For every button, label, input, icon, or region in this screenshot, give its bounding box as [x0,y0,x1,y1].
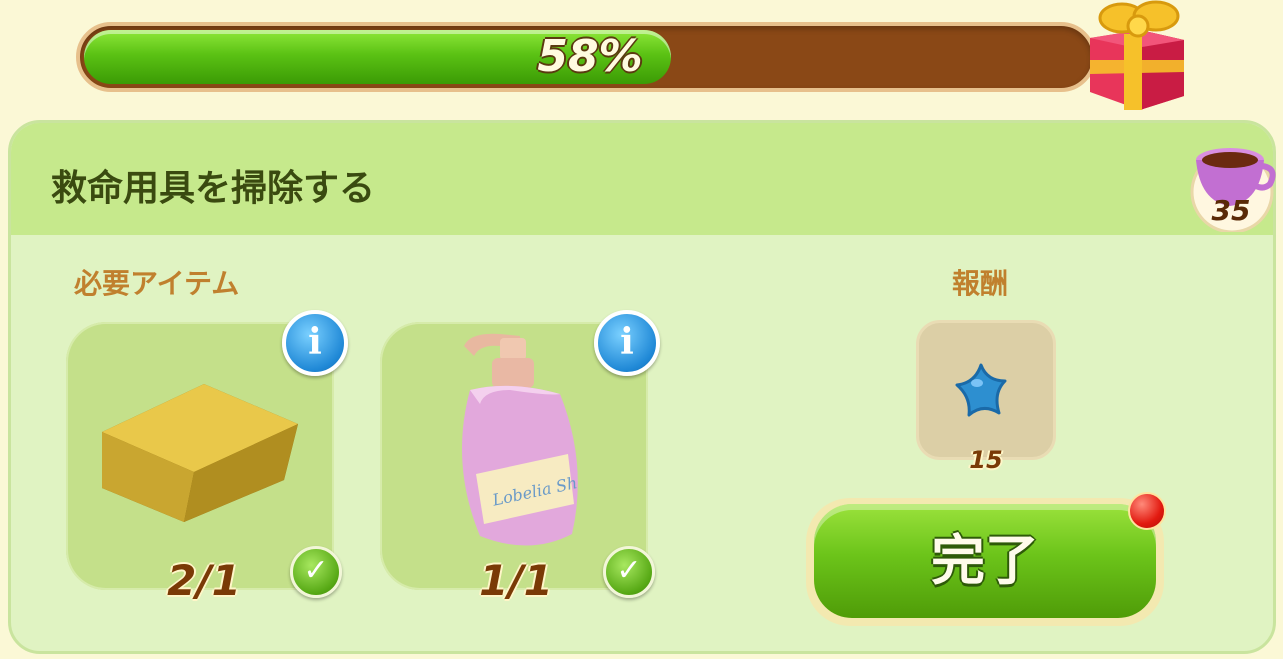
gift-box-icon[interactable] [1080,0,1192,112]
blue-star-icon [955,363,1007,417]
soap-count: 1/1 [479,556,553,605]
complete-button-label: 完了 [931,529,1039,592]
complete-button-face: 完了 [814,504,1156,618]
reward-card [916,320,1056,460]
panel-header: 救命用具を掃除する [11,123,1273,235]
sponge-icon [102,384,298,522]
required-items-label: 必要アイテム [74,267,240,300]
checkmark-icon: ✓ [290,546,342,598]
progress-label: 58% [537,31,643,82]
complete-button[interactable]: 完了 [806,498,1164,626]
notification-dot [1128,492,1166,530]
task-title: 救命用具を掃除する [51,168,376,209]
sponge-count: 2/1 [167,556,241,605]
info-button-sponge[interactable]: i [282,310,348,376]
checkmark-icon: ✓ [603,546,655,598]
teacup-count: 35 [1211,194,1251,227]
soap-bottle-icon: Lobelia Sh [462,333,579,546]
progress-bar: 58% [76,22,1096,92]
info-button-soap[interactable]: i [594,310,660,376]
reward-label: 報酬 [952,267,1009,300]
reward-amount: 15 [969,446,1003,474]
